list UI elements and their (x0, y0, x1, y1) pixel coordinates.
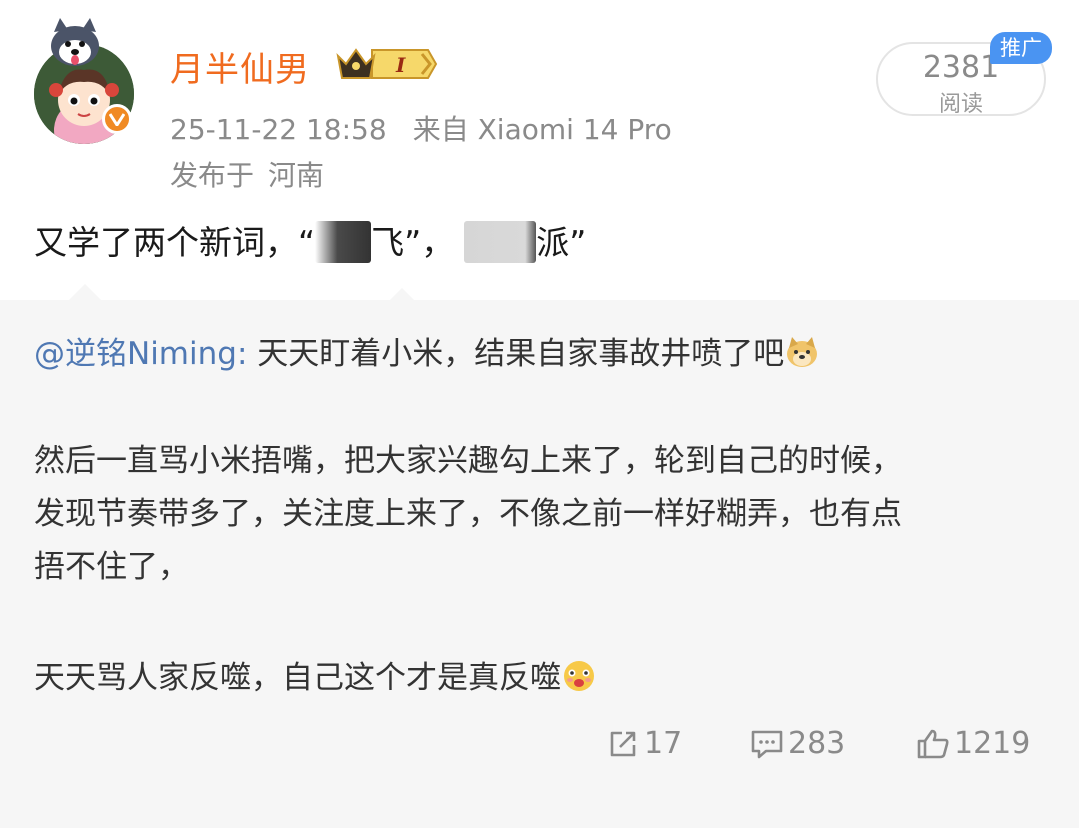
comment-icon (751, 730, 783, 758)
svg-text:I: I (395, 53, 406, 77)
repost-icon (610, 731, 636, 756)
post-meta: 25-11-22 18:58 来自 Xiaomi 14 Pro (170, 108, 672, 148)
post-timestamp: 25-11-22 18:58 (170, 113, 387, 146)
post-text-part3: 派” (536, 223, 587, 262)
rank-badge: I (336, 44, 440, 88)
read-label: 阅读 (938, 92, 983, 117)
mention-link[interactable]: @逆铭Niming: (34, 336, 247, 372)
repost-line2a: 然后一直骂小米捂嘴，把大家兴趣勾上来了，轮到自己的时候， (34, 443, 902, 479)
thumbs-up-icon (917, 729, 949, 758)
husky-sticker-icon (51, 18, 99, 66)
repost-line3: 天天骂人家反噬，自己这个才是真反噬 (34, 660, 561, 696)
repost-count: 17 (644, 726, 683, 761)
location-prefix: 发布于 (170, 159, 255, 192)
repost-pointer (390, 288, 414, 300)
verified-v-icon (102, 104, 132, 134)
location-value: 河南 (268, 159, 325, 192)
like-count: 1219 (954, 726, 1031, 761)
repost-pointer (68, 284, 102, 301)
comment-count: 283 (788, 726, 846, 761)
repost-actions: 17 283 1219 (0, 726, 1079, 766)
promo-tag[interactable]: 推广 (990, 32, 1052, 64)
redaction-block (315, 221, 372, 263)
post-body: 又学了两个新词，“ 飞”， 派” (34, 216, 586, 264)
author-name[interactable]: 月半仙男 (170, 42, 310, 91)
post-text-part2: 飞”， (371, 223, 455, 262)
post-text-part1: 又学了两个新词，“ (34, 223, 316, 262)
source-prefix: 来自 (412, 113, 469, 146)
repost-line2c: 捂不住了， (34, 549, 189, 585)
doge-emoji-icon (787, 337, 818, 367)
repost-line2b: 发现节奏带多了，关注度上来了，不像之前一样好糊弄，也有点 (34, 496, 902, 532)
reposted-content[interactable]: @逆铭Niming: 天天盯着小米，结果自家事故井喷了吧 然后一直骂小米捂嘴，把… (0, 300, 1079, 828)
comment-button[interactable]: 283 (750, 726, 845, 761)
pout-emoji-icon (564, 661, 594, 691)
repost-line1: 天天盯着小米，结果自家事故井喷了吧 (247, 336, 785, 372)
like-button[interactable]: 1219 (916, 726, 1030, 761)
repost-button[interactable]: 17 (608, 726, 682, 761)
repost-text: @逆铭Niming: 天天盯着小米，结果自家事故井喷了吧 然后一直骂小米捂嘴，把… (34, 328, 1054, 705)
redaction-block (464, 221, 537, 263)
post-location: 发布于 河南 (170, 154, 324, 194)
device-source[interactable]: Xiaomi 14 Pro (478, 113, 672, 146)
